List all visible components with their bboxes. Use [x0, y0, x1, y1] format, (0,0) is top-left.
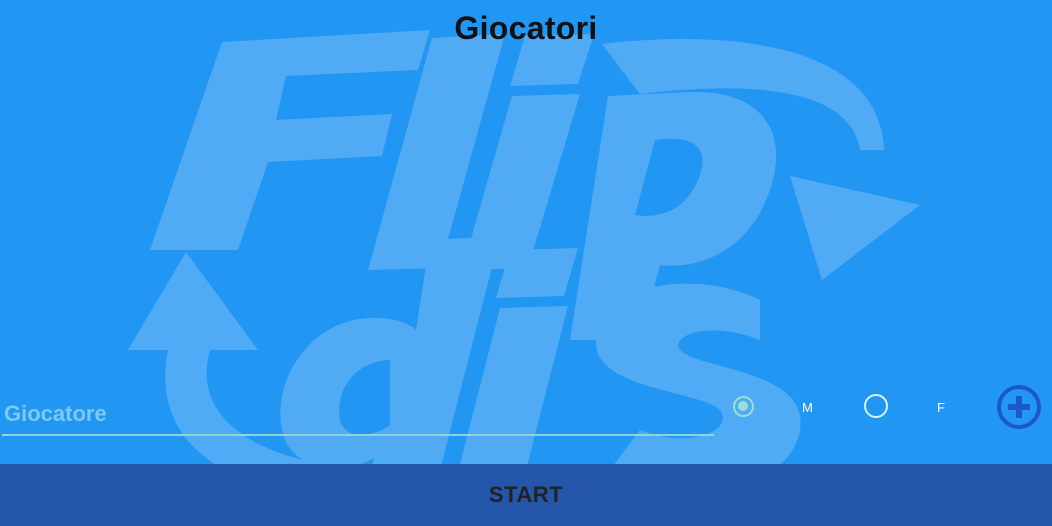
page-title: Giocatori [454, 10, 598, 46]
gender-f-radio[interactable] [864, 394, 888, 418]
players-screen: Giocatori M F START [0, 0, 1052, 526]
flipdis-logo-watermark [128, 30, 920, 501]
add-player-button[interactable] [996, 384, 1042, 430]
gender-m-label: M [802, 400, 813, 415]
add-circle-icon [997, 385, 1041, 429]
start-button[interactable]: START [0, 464, 1052, 526]
gender-f-label: F [937, 400, 945, 415]
start-button-label: START [488, 482, 564, 507]
player-name-input[interactable] [2, 396, 714, 436]
gender-m-radio[interactable] [733, 396, 754, 417]
